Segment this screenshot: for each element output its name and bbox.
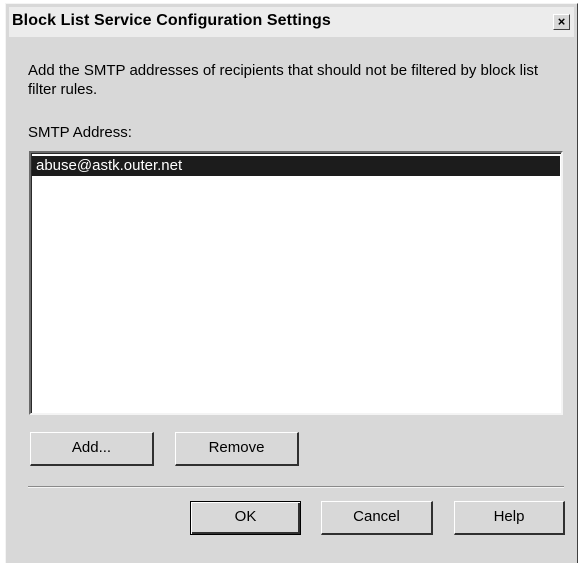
cancel-button[interactable]: Cancel: [321, 501, 433, 535]
instructions-text: Add the SMTP addresses of recipients tha…: [28, 62, 538, 98]
help-button[interactable]: Help: [454, 501, 565, 535]
separator-line: [28, 486, 564, 488]
block-list-config-dialog: Block List Service Configuration Setting…: [5, 3, 578, 563]
title-bar[interactable]: Block List Service Configuration Setting…: [9, 7, 574, 37]
ok-button[interactable]: OK: [190, 501, 301, 535]
smtp-address-label: SMTP Address:: [28, 124, 132, 141]
smtp-address-item[interactable]: abuse@astk.outer.net: [32, 156, 560, 176]
close-button[interactable]: ×: [553, 14, 570, 30]
remove-button[interactable]: Remove: [175, 432, 299, 466]
close-icon: ×: [557, 14, 566, 29]
dialog-title: Block List Service Configuration Setting…: [12, 12, 331, 29]
add-button[interactable]: Add...: [30, 432, 154, 466]
smtp-address-list[interactable]: abuse@astk.outer.net: [29, 151, 563, 415]
